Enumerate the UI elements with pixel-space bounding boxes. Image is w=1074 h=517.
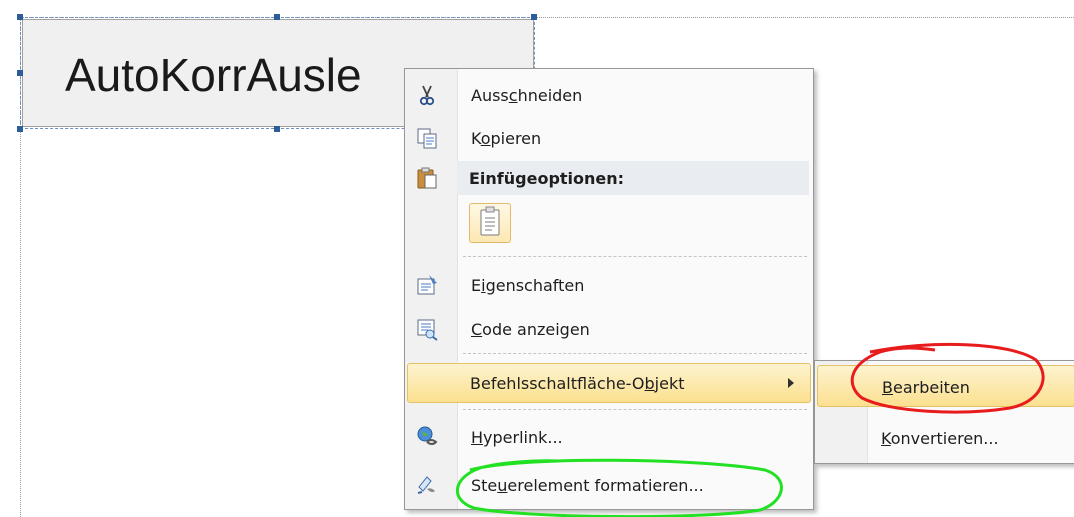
- menu-item-format-control[interactable]: Steuerelement formatieren...: [407, 465, 811, 505]
- menu-item-view-code[interactable]: Code anzeigen: [407, 309, 811, 349]
- resize-handle-bottom[interactable]: [274, 126, 280, 132]
- menu-item-label: Eigenschaften: [471, 276, 585, 295]
- button-object-submenu: Bearbeiten Konvertieren...: [814, 360, 1074, 464]
- submenu-item-convert[interactable]: Konvertieren...: [817, 417, 1074, 459]
- menu-item-copy[interactable]: Kopieren: [407, 118, 811, 158]
- menu-item-label: Ausschneiden: [471, 86, 583, 105]
- menu-item-label: Code anzeigen: [471, 320, 590, 339]
- scissors-icon: [415, 83, 439, 107]
- menu-item-label: Steuerelement formatieren...: [471, 476, 704, 495]
- view-code-icon: [415, 317, 439, 341]
- submenu-item-label: Bearbeiten: [882, 378, 970, 397]
- paste-icon: [480, 206, 500, 236]
- submenu-arrow-icon: [788, 378, 794, 388]
- page-border-top: [20, 17, 1074, 18]
- paste-options-section: Einfügeoptionen:: [457, 161, 809, 195]
- properties-icon: [415, 273, 439, 297]
- menu-item-properties[interactable]: Eigenschaften: [407, 265, 811, 305]
- context-menu: Ausschneiden Kopieren Einfügeoptionen: E…: [404, 68, 814, 510]
- menu-item-label: Hyperlink...: [471, 428, 563, 447]
- paste-keep-format-button[interactable]: [469, 203, 511, 243]
- menu-separator: [463, 256, 807, 257]
- submenu-item-edit[interactable]: Bearbeiten: [817, 365, 1074, 407]
- resize-handle-top-right[interactable]: [531, 14, 537, 20]
- globe-link-icon: [415, 425, 439, 449]
- submenu-item-label: Konvertieren...: [881, 429, 999, 448]
- menu-item-cut[interactable]: Ausschneiden: [407, 75, 811, 115]
- menu-item-hyperlink[interactable]: Hyperlink...: [407, 417, 811, 457]
- resize-handle-bottom-left[interactable]: [17, 126, 23, 132]
- format-icon: [415, 473, 439, 497]
- resize-handle-left[interactable]: [17, 70, 23, 76]
- copy-icon: [415, 126, 439, 150]
- menu-separator: [463, 353, 807, 354]
- menu-item-label: Befehlsschaltfläche-Objekt: [470, 374, 685, 393]
- menu-separator: [463, 409, 807, 410]
- command-button-label: AutoKorrAusle: [65, 49, 362, 101]
- menu-item-label: Kopieren: [471, 129, 542, 148]
- menu-item-button-object[interactable]: Befehlsschaltfläche-Objekt: [407, 363, 811, 403]
- paste-options-label: Einfügeoptionen:: [469, 169, 625, 188]
- page-border-left: [20, 17, 21, 517]
- clipboard-icon: [415, 166, 439, 190]
- resize-handle-top[interactable]: [274, 14, 280, 20]
- resize-handle-top-left[interactable]: [17, 14, 23, 20]
